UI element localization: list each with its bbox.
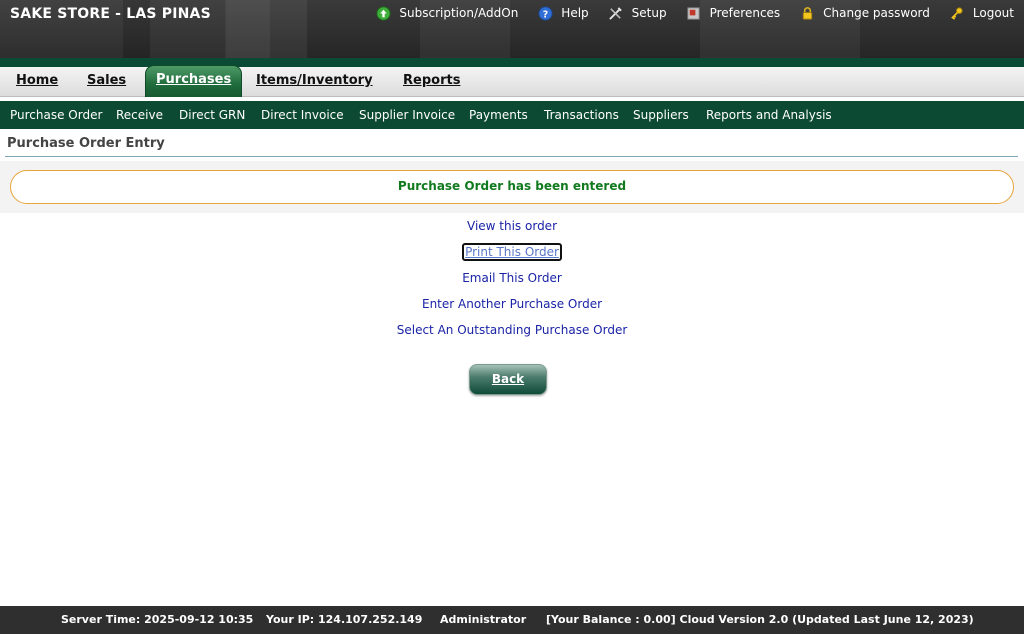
server-time: Server Time: 2025-09-12 10:35 bbox=[61, 613, 254, 626]
success-message: Purchase Order has been entered bbox=[10, 170, 1014, 204]
subnav-purchase-order[interactable]: Purchase Order bbox=[10, 101, 102, 129]
lock-icon bbox=[799, 5, 815, 21]
view-order-label: View this order bbox=[467, 219, 557, 233]
back-button[interactable]: Back bbox=[469, 364, 547, 395]
subnav-direct-grn[interactable]: Direct GRN bbox=[179, 101, 245, 129]
balance-version: [Your Balance : 0.00] Cloud Version 2.0 … bbox=[546, 613, 974, 626]
view-order-link[interactable]: View this order bbox=[0, 217, 1024, 243]
print-order-label: Print This Order bbox=[462, 243, 562, 261]
tab-items-inventory[interactable]: Items/Inventory bbox=[256, 67, 373, 96]
user-role: Administrator bbox=[440, 613, 527, 626]
select-outstanding-order-label: Select An Outstanding Purchase Order bbox=[396, 323, 628, 337]
store-title: SAKE STORE - LAS PINAS bbox=[10, 6, 211, 22]
enter-another-order-link[interactable]: Enter Another Purchase Order bbox=[0, 295, 1024, 321]
tab-purchases[interactable]: Purchases bbox=[145, 65, 243, 97]
sub-nav: Purchase Order Receive Direct GRN Direct… bbox=[0, 101, 1024, 129]
main-nav: Home Sales Purchases Items/Inventory Rep… bbox=[0, 65, 1024, 97]
subnav-receive[interactable]: Receive bbox=[116, 101, 163, 129]
subscription-label: Subscription/AddOn bbox=[399, 6, 519, 20]
help-link[interactable]: ? Help bbox=[537, 5, 589, 21]
setup-link[interactable]: Setup bbox=[608, 5, 667, 21]
tools-icon bbox=[608, 5, 624, 21]
change-password-label: Change password bbox=[823, 6, 930, 20]
email-order-link[interactable]: Email This Order bbox=[0, 269, 1024, 295]
select-outstanding-order-link[interactable]: Select An Outstanding Purchase Order bbox=[0, 321, 1024, 347]
help-label: Help bbox=[561, 6, 589, 20]
email-order-label: Email This Order bbox=[462, 271, 562, 285]
enter-another-order-label: Enter Another Purchase Order bbox=[421, 297, 603, 311]
help-icon: ? bbox=[537, 5, 553, 21]
footer-bar: Server Time: 2025-09-12 10:35 Your IP: 1… bbox=[0, 606, 1024, 634]
key-icon bbox=[949, 5, 965, 21]
title-divider bbox=[5, 156, 1018, 157]
preferences-label: Preferences bbox=[709, 6, 781, 20]
subnav-suppliers[interactable]: Suppliers bbox=[633, 101, 689, 129]
print-order-link[interactable]: Print This Order bbox=[0, 243, 1024, 269]
preferences-link[interactable]: Preferences bbox=[686, 5, 781, 21]
change-password-link[interactable]: Change password bbox=[799, 5, 930, 21]
action-links: View this order Print This Order Email T… bbox=[0, 217, 1024, 347]
client-ip: Your IP: 124.107.252.149 bbox=[266, 613, 423, 626]
logout-label: Logout bbox=[972, 6, 1014, 20]
page-title: Purchase Order Entry bbox=[7, 136, 165, 151]
subnav-transactions[interactable]: Transactions bbox=[544, 101, 619, 129]
logout-link[interactable]: Logout bbox=[949, 5, 1014, 21]
preferences-icon bbox=[686, 5, 702, 21]
message-area: Purchase Order has been entered bbox=[0, 161, 1024, 213]
top-header: SAKE STORE - LAS PINAS Subscription/AddO… bbox=[0, 0, 1024, 58]
svg-text:?: ? bbox=[543, 9, 548, 20]
subnav-reports-analysis[interactable]: Reports and Analysis bbox=[706, 101, 832, 129]
upload-icon bbox=[375, 5, 391, 21]
tab-home[interactable]: Home bbox=[16, 67, 58, 96]
subnav-direct-invoice[interactable]: Direct Invoice bbox=[261, 101, 344, 129]
tab-reports[interactable]: Reports bbox=[403, 67, 460, 96]
subnav-payments[interactable]: Payments bbox=[469, 101, 528, 129]
header-links: Subscription/AddOn ? Help Setup Preferen… bbox=[375, 5, 1014, 21]
tab-sales[interactable]: Sales bbox=[87, 67, 126, 96]
subnav-supplier-invoice[interactable]: Supplier Invoice bbox=[359, 101, 455, 129]
subscription-link[interactable]: Subscription/AddOn bbox=[375, 5, 518, 21]
setup-label: Setup bbox=[631, 6, 667, 20]
